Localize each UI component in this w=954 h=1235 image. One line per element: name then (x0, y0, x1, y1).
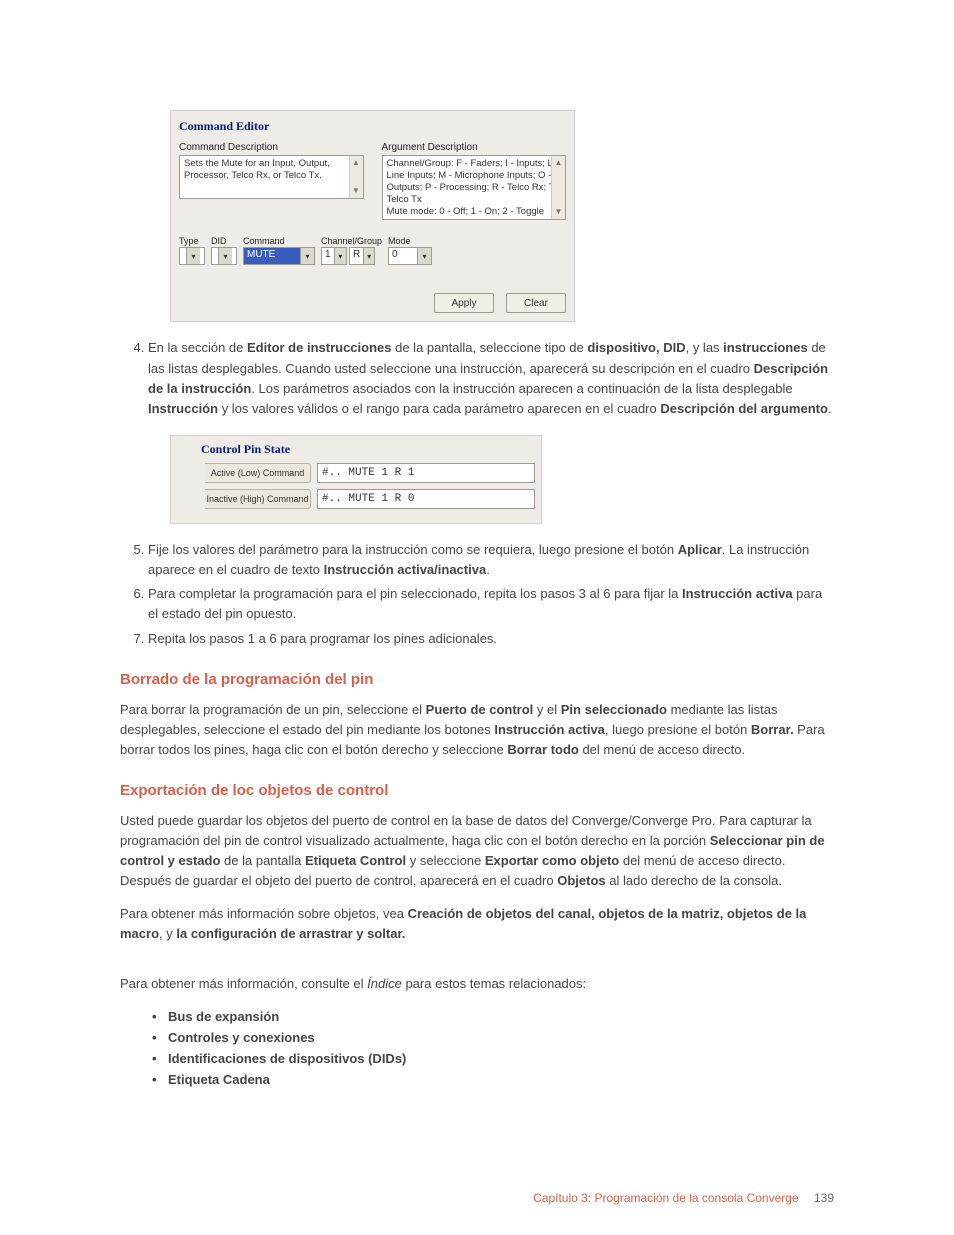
chevron-down-icon: ▾ (186, 248, 200, 264)
related-topic: Controles y conexiones (168, 1027, 834, 1048)
channel-group-label: Channel/Group (321, 236, 382, 246)
footer-chapter: Capítulo 3: Programación de la consola C… (533, 1191, 799, 1205)
apply-button[interactable]: Apply (434, 293, 494, 313)
related-topic: Etiqueta Cadena (168, 1069, 834, 1090)
section-borrado-body: Para borrar la programación de un pin, s… (120, 700, 834, 760)
step-7: Repita los pasos 1 a 6 para programar lo… (148, 629, 834, 649)
inactive-command-input[interactable]: #.. MUTE 1 R 0 (317, 489, 535, 509)
command-label: Command (243, 236, 315, 246)
type-dropdown[interactable]: ▾ (179, 247, 205, 265)
channel-dropdown[interactable]: 1 ▾ (321, 247, 347, 265)
step-5: Fije los valores del parámetro para la i… (148, 540, 834, 580)
mode-dropdown[interactable]: 0 ▾ (388, 247, 432, 265)
scrollbar[interactable]: ▲ ▼ (551, 156, 565, 219)
chevron-up-icon[interactable]: ▲ (350, 156, 363, 170)
did-dropdown[interactable]: ▾ (211, 247, 237, 265)
chevron-up-icon[interactable]: ▲ (552, 156, 565, 170)
arg-desc-text: Channel/Group: F - Faders; I - Inputs; L… (387, 158, 563, 217)
instruction-list-continued: Fije los valores del parámetro para la i… (120, 540, 834, 649)
chevron-down-icon: ▾ (334, 248, 346, 264)
inactive-command-tab[interactable]: Inactive (High) Command (205, 489, 311, 509)
cmd-desc-text: Sets the Mute for an Input, Output, Proc… (184, 158, 330, 181)
mode-label: Mode (388, 236, 432, 246)
related-topic: Bus de expansión (168, 1006, 834, 1027)
command-editor-panel: Command Editor Command Description Sets … (170, 110, 575, 322)
section-exportacion-body-2: Para obtener más información sobre objet… (120, 904, 834, 944)
chevron-down-icon: ▾ (218, 248, 232, 264)
related-topic: Identificaciones de dispositivos (DIDs) (168, 1048, 834, 1069)
clear-button[interactable]: Clear (506, 293, 566, 313)
cmd-desc-label: Command Description (179, 142, 364, 153)
chevron-down-icon: ▾ (417, 248, 431, 264)
arg-desc-textarea[interactable]: Channel/Group: F - Faders; I - Inputs; L… (382, 155, 567, 220)
arg-desc-label: Argument Description (382, 142, 567, 153)
scrollbar[interactable]: ▲ ▼ (349, 156, 363, 198)
instruction-list: En la sección de Editor de instrucciones… (120, 338, 834, 419)
footer-page-number: 139 (814, 1191, 834, 1205)
chevron-down-icon[interactable]: ▼ (552, 205, 565, 219)
page-footer: Capítulo 3: Programación de la consola C… (533, 1191, 834, 1205)
section-borrado-heading: Borrado de la programación del pin (120, 671, 834, 688)
control-pin-state-title: Control Pin State (201, 442, 535, 457)
control-pin-state-panel: Control Pin State Active (Low) Command #… (170, 435, 542, 524)
command-editor-title: Command Editor (179, 119, 566, 134)
step-4: En la sección de Editor de instrucciones… (148, 338, 834, 419)
section-exportacion-heading: Exportación de loc objetos de control (120, 782, 834, 799)
command-dropdown[interactable]: MUTE ▾ (243, 247, 315, 265)
step-6: Para completar la programación para el p… (148, 584, 834, 624)
type-label: Type (179, 236, 205, 246)
cmd-desc-textarea[interactable]: Sets the Mute for an Input, Output, Proc… (179, 155, 364, 199)
chevron-down-icon[interactable]: ▼ (350, 184, 363, 198)
active-command-input[interactable]: #.. MUTE 1 R 1 (317, 463, 535, 483)
chevron-down-icon: ▾ (300, 248, 314, 264)
did-label: DID (211, 236, 237, 246)
group-dropdown[interactable]: R ▾ (349, 247, 375, 265)
section-exportacion-body-1: Usted puede guardar los objetos del puer… (120, 811, 834, 892)
related-topics-list: Bus de expansión Controles y conexiones … (120, 1006, 834, 1090)
more-info: Para obtener más información, consulte e… (120, 974, 834, 994)
chevron-down-icon: ▾ (363, 248, 374, 264)
active-command-tab[interactable]: Active (Low) Command (205, 463, 311, 483)
